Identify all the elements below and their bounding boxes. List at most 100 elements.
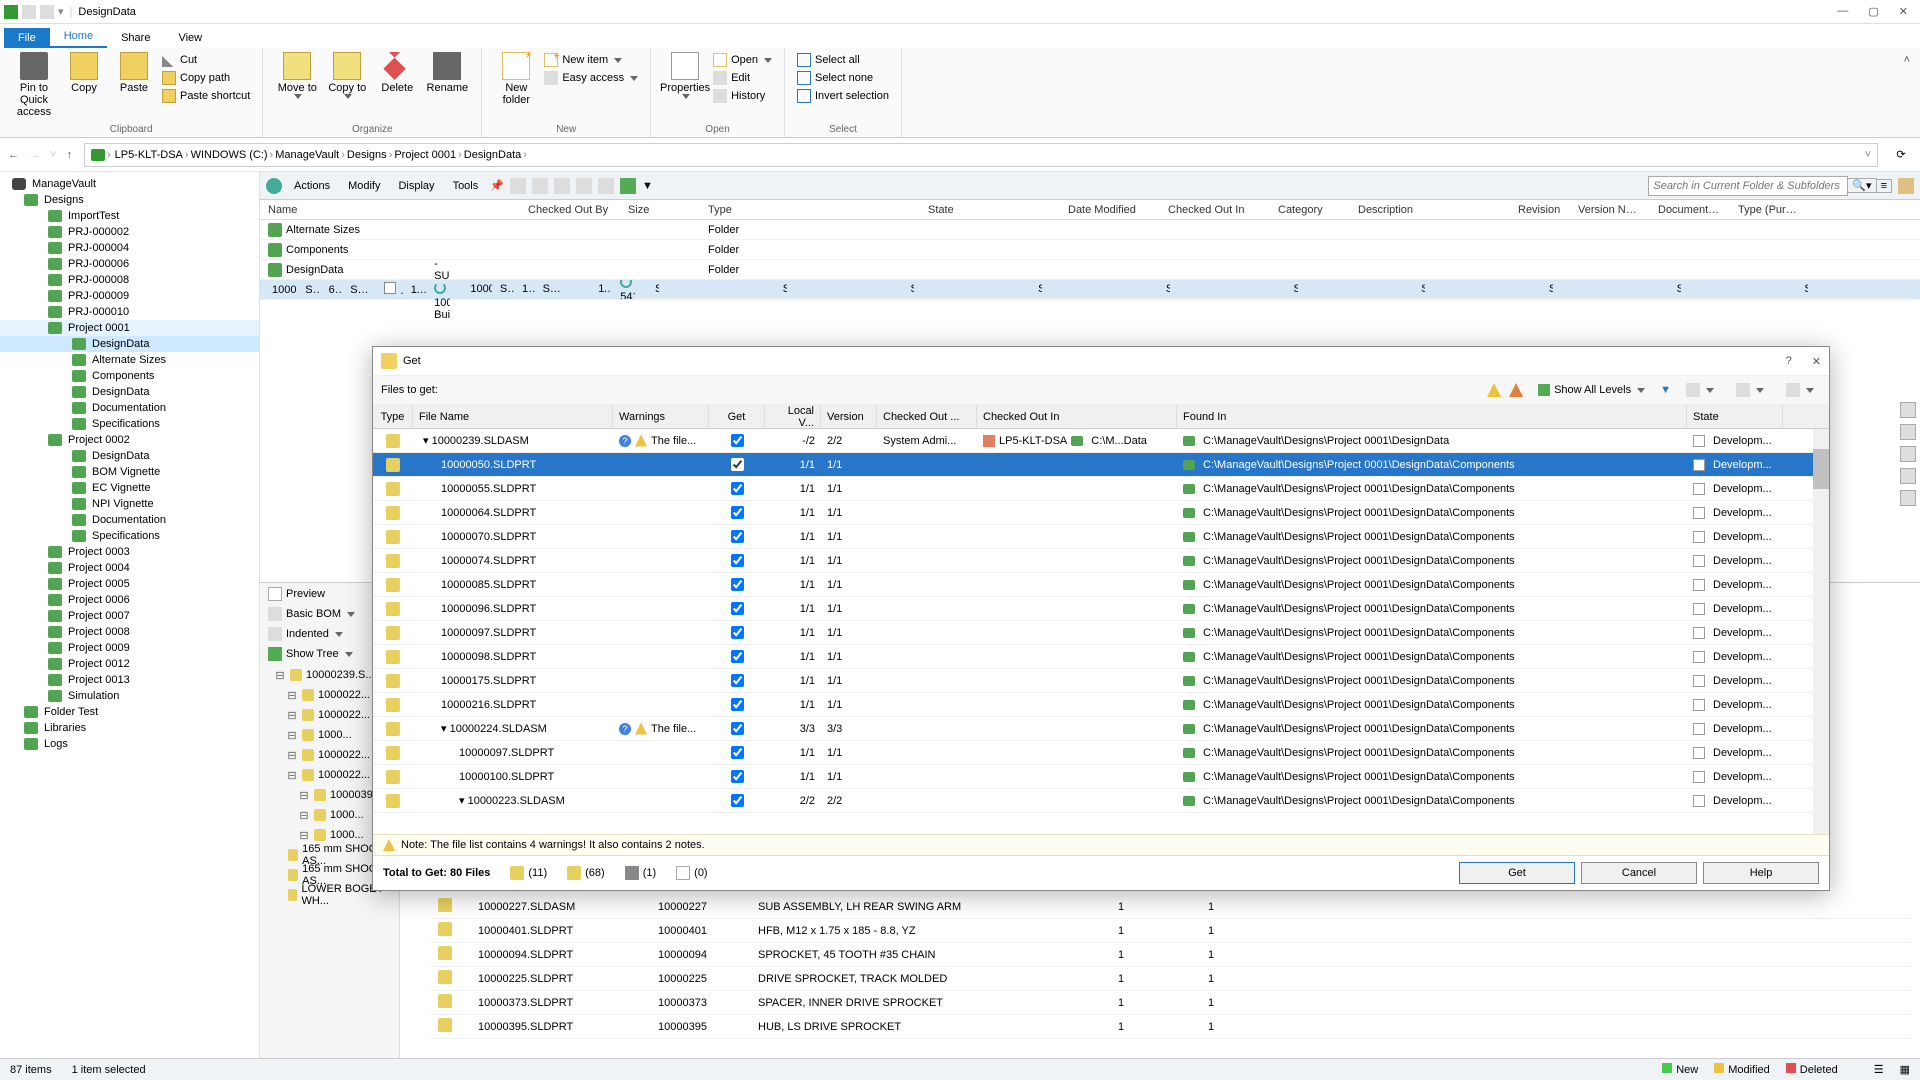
tree-item[interactable]: ImportTest (0, 208, 259, 224)
bom-row[interactable]: 10000094.SLDPRT10000094 SPROCKET, 45 TOO… (430, 943, 1910, 967)
rename-button[interactable]: Rename (423, 52, 471, 94)
file-row[interactable]: SUP-165 mm... Built (763, 280, 891, 300)
tree-item[interactable]: DesignData (0, 448, 259, 464)
dialog-row[interactable]: 10000175.SLDPRT 1/1 1/1 C:\ManageVault\D… (373, 669, 1829, 693)
tb-modify[interactable]: Modify (342, 178, 386, 194)
file-list[interactable]: Name Checked Out By Size Type State Date… (260, 200, 1920, 300)
delete-button[interactable]: Delete (373, 52, 421, 94)
qat-icon-2[interactable] (40, 5, 54, 19)
dialog-help-icon[interactable]: ? (1786, 355, 1792, 368)
dialog-row[interactable]: 10000097.SLDPRT 1/1 1/1 C:\ManageVault\D… (373, 741, 1829, 765)
warn-icon-1[interactable] (1487, 383, 1501, 397)
file-row[interactable]: 10000239.SLDASM System Admin... 6,091 KB… (260, 280, 1920, 300)
crumb[interactable]: DesignData (462, 149, 523, 161)
file-row[interactable]: SUP-10000... Purchased (1784, 280, 1912, 300)
properties-button[interactable]: Properties (661, 52, 709, 99)
tb-icon-2[interactable] (532, 178, 548, 194)
bom-row[interactable]: 10000227.SLDASM10000227 SUB ASSEMBLY, LH… (430, 895, 1910, 919)
dialog-row[interactable]: 10000085.SLDPRT 1/1 1/1 C:\ManageVault\D… (373, 573, 1829, 597)
copy-to-button[interactable]: Copy to (323, 52, 371, 99)
minimize-button[interactable]: — (1837, 5, 1848, 18)
dialog-close-icon[interactable]: ✕ (1812, 355, 1821, 368)
tree-item[interactable]: DesignData (0, 336, 259, 352)
tree-item[interactable]: PRJ-000008 (0, 272, 259, 288)
tree-item[interactable]: Simulation (0, 688, 259, 704)
tab-home[interactable]: Home (50, 26, 107, 48)
tree-item[interactable]: PRJ-000009 (0, 288, 259, 304)
tree-item[interactable]: Alternate Sizes (0, 352, 259, 368)
crumb[interactable]: Project 0001 (392, 149, 458, 161)
column-headers[interactable]: Name Checked Out By Size Type State Date… (260, 200, 1920, 220)
file-row[interactable]: Alternate Sizes Folder (260, 220, 1920, 240)
tb-icon-1[interactable] (510, 178, 526, 194)
nav-up[interactable]: ↑ (66, 149, 72, 161)
file-row[interactable]: SUP-10000... Built (890, 280, 1018, 300)
tb-refresh-icon[interactable] (266, 178, 282, 194)
tree-item[interactable]: PRJ-000010 (0, 304, 259, 320)
paste-shortcut-button[interactable]: Paste shortcut (160, 88, 252, 104)
get-checkbox[interactable] (731, 794, 744, 807)
new-folder-button[interactable]: New folder (492, 52, 540, 106)
file-row[interactable]: SUP-10000... Built (1401, 280, 1529, 300)
get-checkbox[interactable] (731, 554, 744, 567)
file-row[interactable]: Components Folder (260, 240, 1920, 260)
opt-icon-2[interactable] (1729, 380, 1771, 400)
move-to-button[interactable]: Move to (273, 52, 321, 99)
tree-item[interactable]: PRJ-000002 (0, 224, 259, 240)
tree-item[interactable]: Project 0009 (0, 640, 259, 656)
get-checkbox[interactable] (731, 458, 744, 471)
tree-item[interactable]: BOM Vignette (0, 464, 259, 480)
dialog-columns[interactable]: Type File Name Warnings Get Local V... V… (373, 405, 1829, 429)
tree-item[interactable]: EC Vignette (0, 480, 259, 496)
tb-actions[interactable]: Actions (288, 178, 336, 194)
qat-icon-1[interactable] (22, 5, 36, 19)
tb-icon-3[interactable] (554, 178, 570, 194)
dialog-scrollbar[interactable] (1813, 429, 1829, 834)
new-item-button[interactable]: New item (542, 52, 640, 68)
tree-item[interactable]: Project 0006 (0, 592, 259, 608)
tree-item[interactable]: Specifications (0, 528, 259, 544)
file-row[interactable]: SUP-10000... Built (1018, 280, 1146, 300)
get-checkbox[interactable] (731, 698, 744, 711)
dialog-row[interactable]: 10000216.SLDPRT 1/1 1/1 C:\ManageVault\D… (373, 693, 1829, 717)
view-details-icon[interactable]: ☰ (1874, 1063, 1884, 1076)
tree-item[interactable]: Project 0004 (0, 560, 259, 576)
open-button[interactable]: Open (711, 52, 774, 68)
file-row[interactable]: SUP-10000... Built (1657, 280, 1785, 300)
get-checkbox[interactable] (731, 770, 744, 783)
select-none-button[interactable]: Select none (795, 70, 891, 86)
tree-item[interactable]: Documentation (0, 400, 259, 416)
get-checkbox[interactable] (731, 434, 744, 447)
tree-project-0002[interactable]: Project 0002 (0, 432, 259, 448)
get-checkbox[interactable] (731, 722, 744, 735)
crumb[interactable]: ManageVault (273, 149, 341, 161)
tree-item[interactable]: Documentation (0, 512, 259, 528)
refresh-button[interactable]: ⟳ (1890, 148, 1912, 161)
rtool-3[interactable] (1900, 446, 1916, 462)
tree-item[interactable]: Libraries (0, 720, 259, 736)
crumb[interactable]: LP5-KLT-DSA (113, 149, 185, 161)
edit-button[interactable]: Edit (711, 70, 774, 86)
bom-row[interactable]: 10000373.SLDPRT10000373 SPACER, INNER DR… (430, 991, 1910, 1015)
dialog-row[interactable]: 10000097.SLDPRT 1/1 1/1 C:\ManageVault\D… (373, 621, 1829, 645)
tree-item[interactable]: DesignData (0, 384, 259, 400)
copy-button[interactable]: Copy (60, 52, 108, 94)
tree-project-0001[interactable]: Project 0001 (0, 320, 259, 336)
file-row[interactable]: DesignData Folder (260, 260, 1920, 280)
get-checkbox[interactable] (731, 650, 744, 663)
tab-file[interactable]: File (4, 28, 50, 48)
search-go[interactable]: 🔍▾ (1848, 178, 1876, 193)
get-checkbox[interactable] (731, 506, 744, 519)
show-all-levels-button[interactable]: Show All Levels (1531, 381, 1652, 399)
nav-recent[interactable]: ˅ (50, 149, 56, 161)
get-checkbox[interactable] (731, 674, 744, 687)
folder-tree[interactable]: ManageVault Designs ImportTestPRJ-000002… (0, 172, 260, 1058)
file-row[interactable]: 10000239.SLDDRW System Admin... 10,966 K… (450, 280, 1920, 300)
rtool-2[interactable] (1900, 424, 1916, 440)
view-tiles-icon[interactable]: ▦ (1900, 1063, 1910, 1076)
crumb[interactable]: WINDOWS (C:) (189, 149, 270, 161)
tb-pin-icon[interactable]: 📌 (490, 179, 504, 192)
close-button[interactable]: ✕ (1899, 5, 1908, 18)
dialog-row[interactable]: 10000055.SLDPRT 1/1 1/1 C:\ManageVault\D… (373, 477, 1829, 501)
opt-icon-1[interactable] (1679, 380, 1721, 400)
